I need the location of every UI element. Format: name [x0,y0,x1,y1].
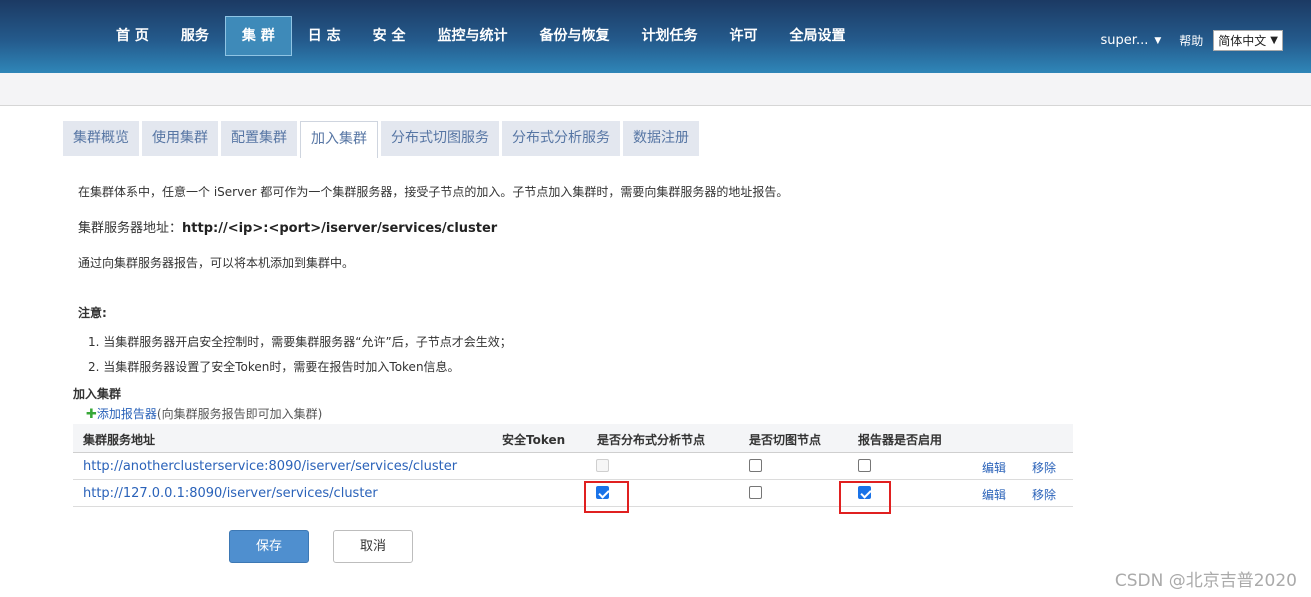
chevron-down-icon: ▼ [1270,35,1278,46]
distributed-analysis-checkbox [596,459,609,472]
header-distributed-analysis: 是否分布式分析节点 [597,433,706,447]
tab-use-cluster[interactable]: 使用集群 [142,121,218,156]
note-item: 1. 当集群服务器开启安全控制时，需要集群服务器“允许”后，子节点才会生效； [88,335,512,349]
note-title: 注意: [78,306,107,320]
table-header: 集群服务地址 安全Token 是否分布式分析节点 是否切图节点 报告器是否启用 [73,424,1073,453]
nav-item-license[interactable]: 许可 [714,16,774,56]
reporter-enabled-checkbox[interactable] [858,459,871,472]
help-link[interactable]: 帮助 [1179,32,1203,49]
nav-item-monitoring[interactable]: 监控与统计 [422,16,524,56]
tab-distributed-tile-service[interactable]: 分布式切图服务 [381,121,499,156]
add-reporter-row: ✚添加报告器(向集群服务报告即可加入集群) [86,405,322,422]
nav-item-cluster[interactable]: 集 群 [224,16,292,56]
tile-node-checkbox[interactable] [749,486,762,499]
cluster-address-line: 集群服务器地址：http://<ip>:<port>/iserver/servi… [78,217,497,236]
main-nav: 首 页 服务 集 群 日 志 安 全 监控与统计 备份与恢复 计划任务 许可 全… [100,16,862,56]
reporter-address-link[interactable]: http://127.0.0.1:8090/iserver/services/c… [83,486,378,501]
cluster-tabs: 集群概览 使用集群 配置集群 加入集群 分布式切图服务 分布式分析服务 数据注册 [63,121,702,158]
nav-item-global-settings[interactable]: 全局设置 [774,16,862,56]
top-navigation-bar: 首 页 服务 集 群 日 志 安 全 监控与统计 备份与恢复 计划任务 许可 全… [0,0,1311,73]
intro-text: 在集群体系中，任意一个 iServer 都可作为一个集群服务器，接受子节点的加入… [78,185,789,199]
address-label: 集群服务器地址： [78,221,183,236]
header-address: 集群服务地址 [83,433,156,447]
tab-data-registration[interactable]: 数据注册 [623,121,699,156]
reporter-table: 集群服务地址 安全Token 是否分布式分析节点 是否切图节点 报告器是否启用 … [73,424,1073,507]
edit-link[interactable]: 编辑 [982,486,1006,503]
user-area: super... ▼ 帮助 简体中文 ▼ [1101,30,1283,51]
tab-distributed-analysis-service[interactable]: 分布式分析服务 [502,121,620,156]
highlight-box [839,481,891,514]
nav-item-services[interactable]: 服务 [165,16,225,56]
language-select[interactable]: 简体中文 ▼ [1213,30,1283,51]
edit-link[interactable]: 编辑 [982,459,1006,476]
report-text: 通过向集群服务器报告，可以将本机添加到集群中。 [78,256,355,270]
header-enabled: 报告器是否启用 [858,433,943,447]
sub-header-bar [0,73,1311,106]
nav-item-security[interactable]: 安 全 [357,16,422,56]
note-item: 2. 当集群服务器设置了安全Token时，需要在报告时加入Token信息。 [88,360,460,374]
table-row: http://127.0.0.1:8090/iserver/services/c… [73,480,1073,507]
caret-down-icon[interactable]: ▼ [1154,36,1161,46]
header-token: 安全Token [502,433,566,447]
nav-item-scheduled-tasks[interactable]: 计划任务 [626,16,714,56]
nav-item-backup[interactable]: 备份与恢复 [524,16,626,56]
tab-configure-cluster[interactable]: 配置集群 [221,121,297,156]
reporter-address-link[interactable]: http://anotherclusterservice:8090/iserve… [83,459,457,474]
watermark: CSDN @北京吉普2020 [1114,571,1297,591]
header-tile-node: 是否切图节点 [749,433,822,447]
join-cluster-title: 加入集群 [73,387,122,401]
plus-icon[interactable]: ✚ [86,407,97,422]
address-value: http://<ip>:<port>/iserver/services/clus… [182,221,498,236]
remove-link[interactable]: 移除 [1032,486,1056,503]
user-menu[interactable]: super... [1101,33,1149,48]
add-reporter-link[interactable]: 添加报告器 [97,407,157,421]
tile-node-checkbox[interactable] [749,459,762,472]
tab-join-cluster[interactable]: 加入集群 [300,121,378,158]
nav-item-home[interactable]: 首 页 [100,16,165,56]
language-select-value: 简体中文 [1218,34,1267,48]
remove-link[interactable]: 移除 [1032,459,1056,476]
nav-item-logs[interactable]: 日 志 [292,16,357,56]
add-reporter-hint: (向集群服务报告即可加入集群) [156,407,323,421]
highlight-box [584,481,629,513]
cancel-button[interactable]: 取消 [333,530,413,563]
table-row: http://anotherclusterservice:8090/iserve… [73,453,1073,480]
tab-cluster-overview[interactable]: 集群概览 [63,121,139,156]
save-button[interactable]: 保存 [229,530,309,563]
